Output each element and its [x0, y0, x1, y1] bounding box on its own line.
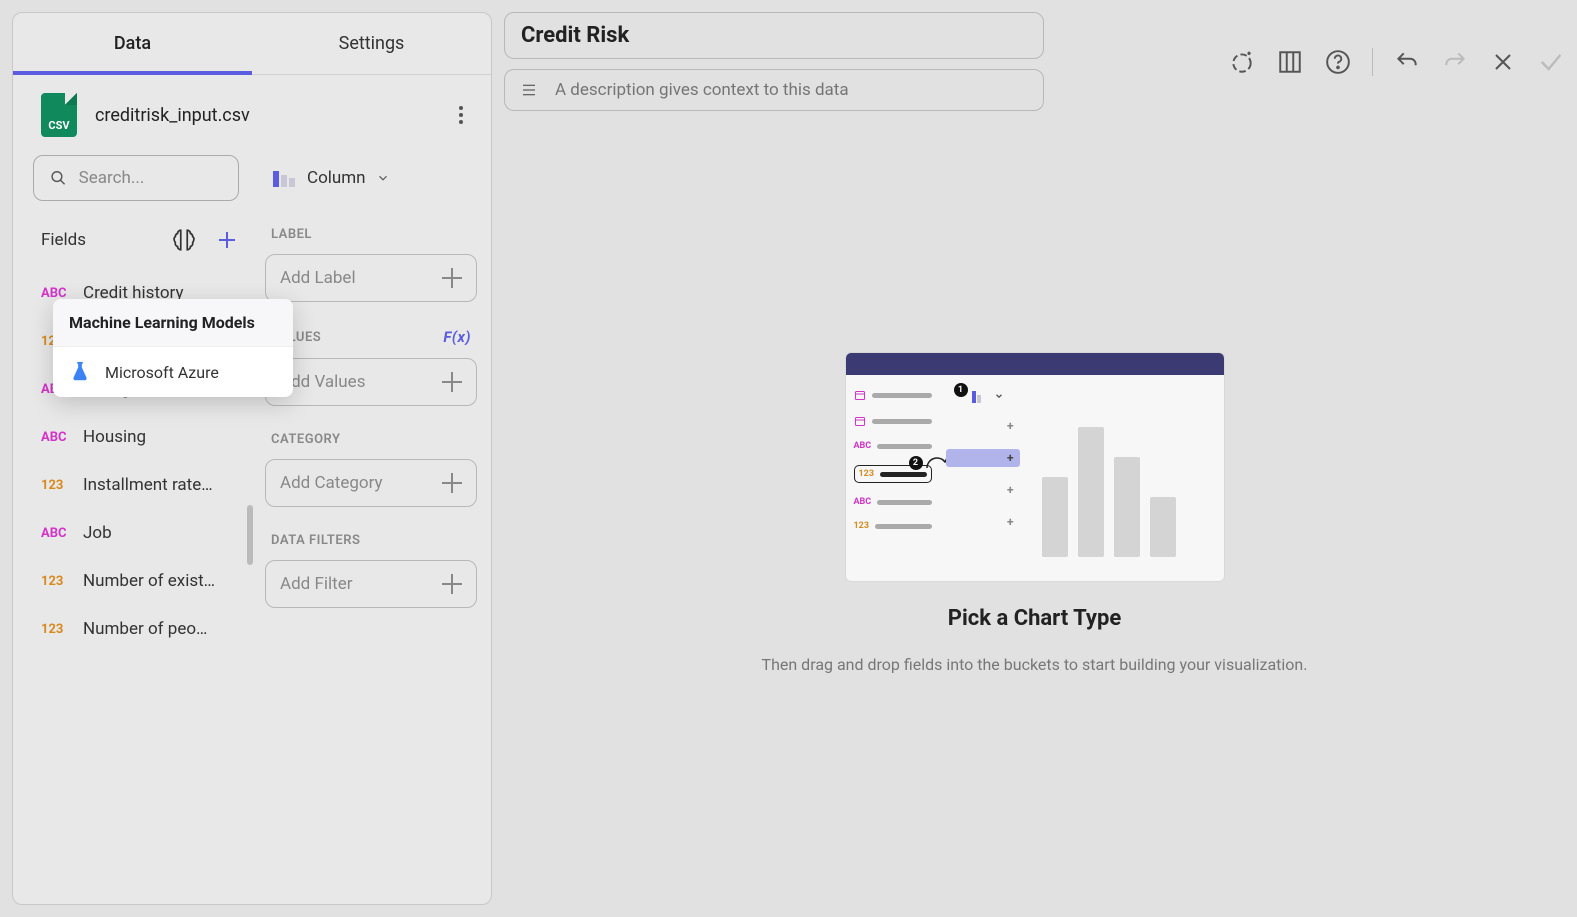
- search-icon: [50, 168, 67, 188]
- toolbar-separator: [1372, 48, 1373, 76]
- ml-provider-azure[interactable]: Microsoft Azure: [53, 347, 293, 397]
- fields-column: Fields ABCCredit history123Duration in m…: [13, 155, 251, 904]
- left-tabs: Data Settings: [13, 13, 491, 75]
- tab-data[interactable]: Data: [13, 13, 252, 74]
- menu-lines-icon: [519, 82, 539, 98]
- section-label-category: CATEGORY: [265, 416, 477, 459]
- ml-provider-label: Microsoft Azure: [105, 363, 219, 382]
- chevron-down-icon: [376, 171, 390, 185]
- category-dropzone[interactable]: Add Category: [265, 459, 477, 507]
- filter-dropzone[interactable]: Add Filter: [265, 560, 477, 608]
- fx-button[interactable]: F(x): [443, 328, 471, 346]
- field-type-badge: 123: [41, 574, 71, 589]
- field-name-label: Housing: [83, 427, 146, 447]
- top-bar: [504, 12, 1565, 111]
- add-field-icon[interactable]: [215, 228, 239, 252]
- chart-type-selector[interactable]: Column: [265, 155, 477, 201]
- column-chart-icon: [271, 167, 297, 189]
- values-dropzone[interactable]: Add Values: [265, 358, 477, 406]
- more-options-icon[interactable]: [451, 98, 471, 132]
- right-panel: ABC 1232 ABC 123 1 + + + +: [504, 12, 1565, 905]
- field-name-label: Job: [83, 523, 112, 543]
- fields-header: Fields: [33, 221, 239, 269]
- description-input[interactable]: [555, 80, 1029, 100]
- undo-icon[interactable]: [1393, 48, 1421, 76]
- field-type-badge: 123: [41, 478, 71, 493]
- plus-icon[interactable]: [442, 574, 462, 594]
- search-box[interactable]: [33, 155, 239, 201]
- field-type-badge: ABC: [41, 526, 71, 541]
- plus-icon[interactable]: [442, 473, 462, 493]
- search-input[interactable]: [79, 168, 222, 188]
- plus-icon[interactable]: [442, 372, 462, 392]
- field-type-badge: ABC: [41, 430, 71, 445]
- section-label-values: VALUES F(x): [265, 312, 477, 358]
- chart-type-label: Column: [307, 168, 366, 188]
- confirm-check-icon[interactable]: [1537, 48, 1565, 76]
- close-icon[interactable]: [1489, 48, 1517, 76]
- field-row[interactable]: 123 Number of peo…: [33, 605, 239, 653]
- ml-models-popover-header: Machine Learning Models: [53, 299, 293, 347]
- left-panel: Data Settings CSV creditrisk_input.csv F…: [12, 12, 492, 905]
- grid-layout-icon[interactable]: [1276, 48, 1304, 76]
- field-type-badge: 123: [41, 622, 71, 637]
- chart-title-input[interactable]: [504, 12, 1044, 59]
- field-row[interactable]: 123 Installment rate…: [33, 461, 239, 509]
- field-row[interactable]: ABC Housing: [33, 413, 239, 461]
- canvas-title: Pick a Chart Type: [948, 606, 1121, 631]
- tab-settings[interactable]: Settings: [252, 13, 491, 74]
- azure-flask-icon: [69, 361, 91, 383]
- redo-icon[interactable]: [1441, 48, 1469, 76]
- canvas-subtitle: Then drag and drop fields into the bucke…: [762, 655, 1308, 674]
- toolbar: [1228, 48, 1565, 76]
- field-row[interactable]: ABC Job: [33, 509, 239, 557]
- canvas-area: ABC 1232 ABC 123 1 + + + +: [504, 121, 1565, 905]
- fields-header-label: Fields: [41, 230, 86, 250]
- section-label-filters: DATA FILTERS: [265, 517, 477, 560]
- label-dropzone[interactable]: Add Label: [265, 254, 477, 302]
- field-name-label: Installment rate…: [83, 475, 213, 495]
- chart-placeholder-illustration: ABC 1232 ABC 123 1 + + + +: [845, 352, 1225, 582]
- help-icon[interactable]: [1324, 48, 1352, 76]
- scrollbar[interactable]: [247, 505, 253, 565]
- add-label-text: Add Label: [280, 268, 356, 288]
- ml-models-popover: Machine Learning Models Microsoft Azure: [53, 299, 293, 397]
- file-name: creditrisk_input.csv: [95, 105, 433, 126]
- plus-icon[interactable]: [442, 268, 462, 288]
- add-filter-text: Add Filter: [280, 574, 352, 594]
- file-row: CSV creditrisk_input.csv: [13, 75, 491, 155]
- config-column: Column LABEL Add Label VALUES F(x) Add V…: [251, 155, 491, 904]
- refresh-chart-icon[interactable]: [1228, 48, 1256, 76]
- brain-icon[interactable]: [171, 227, 197, 253]
- section-label-label: LABEL: [265, 211, 477, 254]
- csv-file-icon: CSV: [41, 93, 77, 137]
- field-row[interactable]: 123 Number of exist…: [33, 557, 239, 605]
- field-name-label: Number of peo…: [83, 619, 207, 639]
- field-name-label: Number of exist…: [83, 571, 215, 591]
- description-row[interactable]: [504, 69, 1044, 111]
- add-category-text: Add Category: [280, 473, 383, 493]
